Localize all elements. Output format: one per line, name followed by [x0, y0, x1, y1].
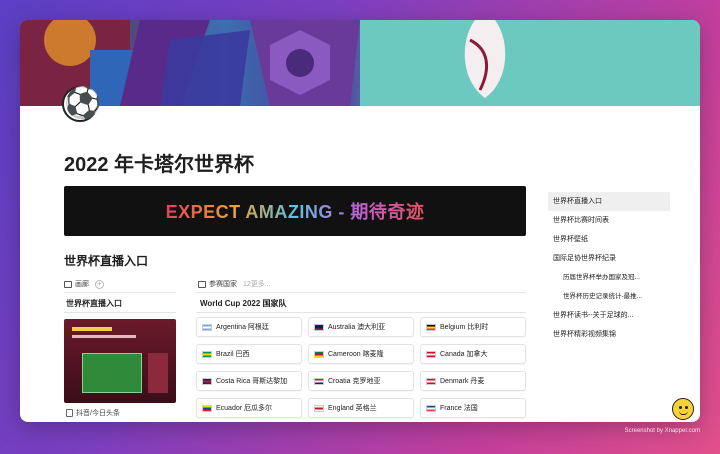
flag-icon: [202, 323, 212, 331]
flag-icon: [202, 350, 212, 358]
card-image-sidepanel: [148, 353, 168, 393]
flag-icon: [314, 350, 324, 358]
team-name: Brazil 巴西: [216, 351, 250, 358]
mascot-left-eye: [679, 406, 682, 409]
toc-item[interactable]: 世界杯读书--关于足球的...: [548, 306, 670, 325]
cover-image[interactable]: [20, 20, 700, 106]
team-card[interactable]: Croatia 克罗地亚: [308, 371, 414, 391]
team-name: England 英格兰: [328, 405, 377, 412]
team-name: Argentina 阿根廷: [216, 324, 269, 331]
team-name: Denmark 丹麦: [440, 378, 485, 385]
left-view-subheading: 世界杯直播入口: [66, 299, 122, 308]
right-tab-divider: [196, 292, 526, 293]
team-name: Cameroon 喀麦隆: [328, 351, 384, 358]
expect-amazing-banner: EXPECT AMAZING - 期待奇迹: [64, 186, 526, 236]
team-card[interactable]: Cameroon 喀麦隆: [308, 344, 414, 364]
cover-pattern: [20, 20, 700, 106]
table-of-contents: 世界杯直播入口 世界杯比赛时间表 世界杯壁纸 国际足协世界杯纪录 历届世界杯举办国家及冠…: [548, 192, 670, 344]
flag-icon: [314, 323, 324, 331]
document-icon: [66, 409, 73, 417]
toc-item[interactable]: 世界杯历史记录统计-最推...: [548, 287, 670, 306]
card-caption-text: 抖音/今日头条: [76, 410, 120, 417]
flag-icon: [202, 404, 212, 412]
gallery-icon: [198, 280, 206, 288]
tab-countries-label: 参赛国家: [209, 281, 237, 288]
flag-icon: [202, 377, 212, 385]
right-view-tabs: 参赛国家 12更多...: [198, 276, 271, 292]
flag-icon: [314, 404, 324, 412]
tab-more-label: 12更多...: [243, 281, 271, 288]
toc-item[interactable]: 国际足协世界杯纪录: [548, 249, 670, 268]
team-card[interactable]: Ecuador 厄瓜多尔: [196, 398, 302, 418]
team-name: Ecuador 厄瓜多尔: [216, 405, 273, 412]
left-subhead-divider: [64, 312, 176, 313]
gallery-icon: [64, 280, 72, 288]
team-name: Croatia 克罗地亚: [328, 378, 381, 385]
tab-more[interactable]: 12更多...: [243, 279, 271, 289]
soccer-ball-icon[interactable]: ⚽: [62, 86, 101, 122]
team-card[interactable]: England 英格兰: [308, 398, 414, 418]
card-caption[interactable]: 抖音/今日头条: [66, 408, 120, 418]
team-card[interactable]: Canada 加拿大: [420, 344, 526, 364]
flag-icon: [426, 377, 436, 385]
team-card[interactable]: France 法国: [420, 398, 526, 418]
mascot-mouth: [679, 411, 688, 415]
team-card[interactable]: Belgium 比利时: [420, 317, 526, 337]
notion-window: ⚽ 2022 年卡塔尔世界杯 EXPECT AMAZING - 期待奇迹 世界杯…: [20, 20, 700, 422]
toc-item[interactable]: 世界杯壁纸: [548, 230, 670, 249]
section-heading: 世界杯直播入口: [64, 254, 149, 268]
team-card[interactable]: Brazil 巴西: [196, 344, 302, 364]
left-tab-divider: [64, 292, 176, 293]
toc-item[interactable]: 世界杯直播入口: [548, 192, 670, 211]
team-name: Costa Rica 哥斯达黎加: [216, 378, 288, 385]
tab-gallery[interactable]: 画廊: [64, 279, 89, 289]
card-image-subheader: [72, 335, 136, 338]
team-card[interactable]: Denmark 丹麦: [420, 371, 526, 391]
team-name: Belgium 比利时: [440, 324, 489, 331]
flag-icon: [426, 323, 436, 331]
team-card[interactable]: Costa Rica 哥斯达黎加: [196, 371, 302, 391]
team-card[interactable]: Australia 澳大利亚: [308, 317, 414, 337]
add-view-icon[interactable]: +: [95, 279, 104, 289]
team-name: Australia 澳大利亚: [328, 324, 386, 331]
team-card[interactable]: Argentina 阿根廷: [196, 317, 302, 337]
card-image-header: [72, 327, 112, 331]
page-title: 2022 年卡塔尔世界杯: [64, 154, 255, 176]
flag-icon: [426, 350, 436, 358]
toc-item[interactable]: 历届世界杯举办国家及冠...: [548, 268, 670, 287]
flag-icon: [426, 404, 436, 412]
smiley-mascot-icon[interactable]: [672, 398, 694, 420]
screenshot-credit: Screenshot by Xnapper.com: [624, 428, 700, 434]
teams-gallery: Argentina 阿根廷 Australia 澳大利亚 Belgium 比利时 Br…: [196, 317, 526, 418]
left-view-tabs: 画廊 +: [64, 276, 104, 292]
right-subhead-divider: [196, 312, 526, 313]
flag-icon: [314, 377, 324, 385]
livestream-card-image[interactable]: [64, 319, 176, 403]
team-name: Canada 加拿大: [440, 351, 488, 358]
toc-item[interactable]: 世界杯比赛时间表: [548, 211, 670, 230]
tab-gallery-label: 画廊: [75, 281, 89, 288]
card-image-pitch: [82, 353, 142, 393]
banner-text: EXPECT AMAZING - 期待奇迹: [166, 198, 425, 224]
mascot-right-eye: [685, 406, 688, 409]
tab-countries[interactable]: 参赛国家: [198, 279, 237, 289]
right-view-subheading: World Cup 2022 国家队: [200, 299, 287, 308]
team-name: France 法国: [440, 405, 478, 412]
toc-item[interactable]: 世界杯精彩视频集锦: [548, 325, 670, 344]
